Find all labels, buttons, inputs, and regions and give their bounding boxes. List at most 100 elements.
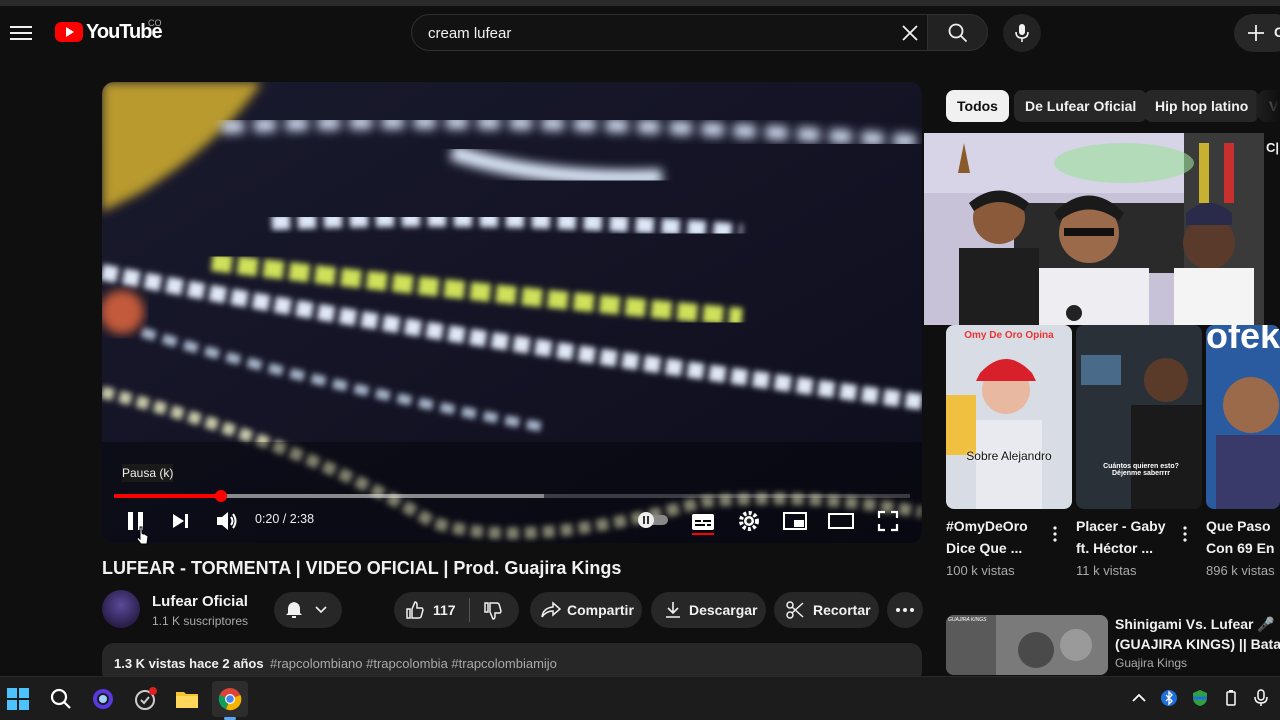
short-title-line: #OmyDeOro <box>946 518 1028 534</box>
chip-hip-hop-latino[interactable]: Hip hop latino <box>1144 90 1260 122</box>
notifications-button[interactable] <box>274 592 342 628</box>
create-button[interactable]: C <box>1234 14 1280 52</box>
short-thumbnail[interactable]: Omy De Oro Opina Sobre Alejandro <box>946 325 1072 509</box>
plus-icon <box>1248 25 1264 41</box>
app-icon[interactable] <box>133 687 157 711</box>
video-title: LUFEAR - TORMENTA | VIDEO OFICIAL | Prod… <box>102 558 622 578</box>
short-title[interactable]: Placer - Gaby ft. Héctor ... <box>1076 515 1180 559</box>
theater-mode-icon[interactable] <box>828 512 854 530</box>
progress-bar[interactable] <box>114 490 910 502</box>
dislike-icon[interactable] <box>483 601 503 621</box>
short-overlay-top: ofek <box>1206 325 1280 356</box>
recommended-thumb-text: GUAJIRA KINGS <box>948 617 987 623</box>
share-label: Compartir <box>567 602 634 618</box>
volume-icon[interactable] <box>215 510 239 532</box>
menu-icon[interactable] <box>10 22 32 42</box>
search-box <box>411 14 928 52</box>
short-title[interactable]: Que Paso Con 69 En <box>1206 515 1280 559</box>
hashtag[interactable]: #trapcolombiamijo <box>451 656 557 671</box>
more-vertical-icon[interactable] <box>1182 525 1188 543</box>
short-views: 100 k vistas <box>946 563 1015 578</box>
overlay-video-frame <box>924 133 1264 325</box>
microphone-icon <box>1015 24 1029 42</box>
more-vertical-icon[interactable] <box>1052 525 1058 543</box>
channel-name[interactable]: Lufear Oficial <box>152 593 248 610</box>
like-dislike-group: 117 <box>394 592 519 628</box>
short-thumbnail[interactable]: Cuántos quieren esto? Déjenme saberrrr <box>1076 325 1202 509</box>
search-button[interactable] <box>927 14 988 51</box>
recommended-thumbnail[interactable]: GUAJIRA KINGS <box>946 615 1108 675</box>
short-title-line: Con 69 En <box>1206 540 1275 556</box>
recommended-title-line: Shinigami Vs. Lufear 🎤 <box>1115 616 1275 632</box>
bluetooth-icon[interactable] <box>1160 689 1178 707</box>
miniplayer-icon[interactable] <box>783 511 807 531</box>
subscriber-count: 1.1 K suscriptores <box>152 614 249 628</box>
more-horizontal-icon <box>896 608 914 612</box>
recommended-thumb-image <box>946 615 1108 675</box>
progress-played <box>114 494 222 498</box>
autoplay-toggle-icon[interactable] <box>636 512 670 528</box>
like-count[interactable]: 117 <box>433 602 456 618</box>
download-icon <box>666 602 680 618</box>
search-icon <box>948 23 968 43</box>
chips-fade <box>1256 90 1280 122</box>
short-title-line: Placer - Gaby <box>1076 518 1166 534</box>
short-overlay-top: Omy De Oro Opina <box>964 330 1054 341</box>
recommended-title-line: (GUAJIRA KINGS) || Batalla <box>1115 636 1280 652</box>
hashtags: #rapcolombiano #trapcolombia #trapcolomb… <box>270 656 557 671</box>
chrome-icon[interactable] <box>218 687 242 711</box>
scissors-icon <box>786 601 804 619</box>
chevron-up-icon[interactable] <box>1130 689 1148 707</box>
search-icon[interactable] <box>49 687 73 711</box>
chevron-down-icon <box>315 606 327 614</box>
time-display: 0:20 / 2:38 <box>255 512 315 526</box>
fullscreen-icon[interactable] <box>877 510 899 532</box>
short-views: 11 k vistas <box>1076 563 1137 578</box>
search-input[interactable] <box>428 15 888 52</box>
youtube-logo[interactable]: YouTube <box>55 20 163 44</box>
channel-avatar[interactable] <box>102 590 140 628</box>
windows-taskbar <box>0 676 1280 720</box>
voice-search-button[interactable] <box>1003 14 1041 52</box>
masthead: YouTube CO C <box>0 6 1280 58</box>
overlay-edge-text: C| <box>1266 140 1280 155</box>
divider <box>469 598 470 622</box>
security-shield-icon[interactable] <box>1191 689 1209 707</box>
download-button[interactable]: Descargar <box>651 592 766 628</box>
recommended-title[interactable]: Shinigami Vs. Lufear 🎤 (GUAJIRA KINGS) ||… <box>1115 614 1280 654</box>
video-frame <box>102 82 922 543</box>
download-label: Descargar <box>689 602 758 618</box>
share-icon <box>541 601 561 618</box>
clip-button[interactable]: Recortar <box>774 592 879 628</box>
short-title[interactable]: #OmyDeOro Dice Que ... <box>946 515 1050 559</box>
bell-icon <box>286 602 302 618</box>
chip-de-lufear-oficial[interactable]: De Lufear Oficial <box>1014 90 1148 122</box>
recommended-channel[interactable]: Guajira Kings <box>1115 656 1187 670</box>
short-title-line: Que Paso <box>1206 518 1271 534</box>
short-title-line: Dice Que ... <box>946 540 1023 556</box>
clear-search-icon[interactable] <box>900 23 920 43</box>
overlay-video-preview[interactable] <box>924 133 1264 325</box>
short-title-line: ft. Héctor ... <box>1076 540 1154 556</box>
share-button[interactable]: Compartir <box>530 592 642 628</box>
chip-todos[interactable]: Todos <box>946 90 1009 122</box>
video-player[interactable] <box>102 82 922 543</box>
short-overlay-caption: Sobre Alejandro <box>966 449 1052 463</box>
like-icon[interactable] <box>405 600 425 620</box>
cursor-icon <box>136 526 149 545</box>
hashtag[interactable]: #trapcolombia <box>366 656 448 671</box>
windows-start-icon[interactable] <box>6 687 30 711</box>
short-views: 896 k vistas <box>1206 563 1275 578</box>
next-icon[interactable] <box>171 511 191 531</box>
battery-icon[interactable] <box>1222 689 1240 707</box>
microphone-icon[interactable] <box>1252 689 1270 707</box>
short-thumbnail[interactable]: ofek <box>1206 325 1280 509</box>
more-actions-button[interactable] <box>887 592 923 628</box>
file-explorer-icon[interactable] <box>175 687 199 711</box>
pause-tooltip: Pausa (k) <box>122 464 174 482</box>
settings-gear-icon[interactable] <box>738 510 760 532</box>
cortana-icon[interactable] <box>91 687 115 711</box>
create-label: C <box>1274 24 1280 40</box>
hashtag[interactable]: #rapcolombiano <box>270 656 363 671</box>
subtitles-icon[interactable] <box>691 511 715 535</box>
